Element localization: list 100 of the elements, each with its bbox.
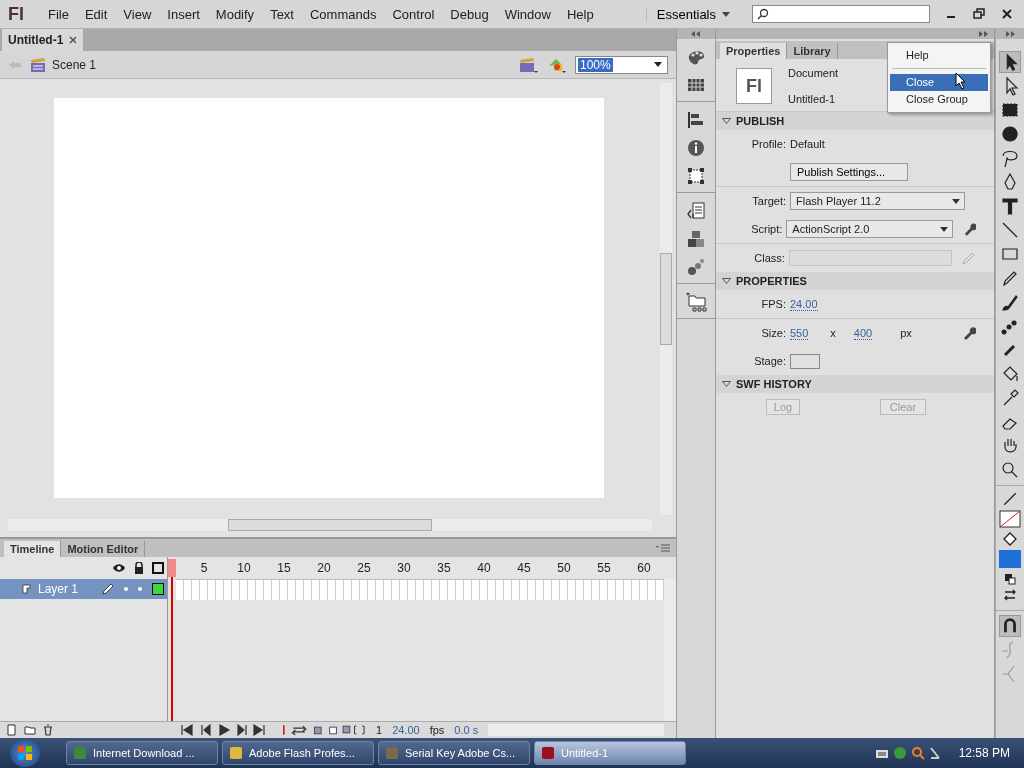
caret-icon <box>952 198 960 204</box>
close-icon[interactable] <box>1000 7 1014 21</box>
folder-icon[interactable] <box>24 724 36 736</box>
trash-icon[interactable] <box>42 724 54 736</box>
horizontal-scrollbar[interactable] <box>8 519 652 531</box>
folder-icon[interactable] <box>685 292 707 312</box>
wrench-icon[interactable] <box>962 222 976 236</box>
menu-item[interactable]: Close Group <box>888 91 990 108</box>
panel-tab[interactable]: Properties <box>720 43 788 59</box>
profile-value: Default <box>790 138 825 150</box>
magnet-icon[interactable] <box>999 615 1021 637</box>
taskbar-button[interactable]: Serial Key Adobe Cs... <box>378 741 530 765</box>
close-icon[interactable] <box>69 36 78 44</box>
collapse-arrows-icon[interactable] <box>691 31 701 37</box>
menu-item[interactable]: Control <box>384 6 443 22</box>
vertical-scrollbar[interactable] <box>664 579 676 721</box>
menu-item[interactable]: Close <box>890 74 988 91</box>
onion-skin-icon[interactable] <box>280 724 366 736</box>
app-icon <box>229 746 243 760</box>
stage-color-swatch[interactable] <box>790 353 820 369</box>
menu-item[interactable]: Edit <box>76 6 116 22</box>
elapsed-time: 0.0 s <box>454 724 479 736</box>
document-icon: Fl <box>736 68 772 104</box>
field-label: FPS: <box>760 298 787 310</box>
caret-icon <box>722 11 730 17</box>
search-field[interactable] <box>752 5 930 23</box>
caret-icon <box>939 226 948 232</box>
height-value[interactable]: 400 <box>853 326 873 340</box>
fps-value[interactable]: 24.00 <box>790 297 818 311</box>
mouse-cursor-icon <box>955 72 967 90</box>
text-tool-icon[interactable] <box>999 195 1021 217</box>
section-header[interactable]: PROPERTIES <box>716 272 994 290</box>
keyboard-icon[interactable] <box>874 747 889 759</box>
menu-item[interactable]: View <box>115 6 160 22</box>
menu-item[interactable]: Modify <box>207 6 263 22</box>
layer-outline-icon[interactable] <box>152 583 164 595</box>
clock: 12:58 PM <box>958 746 1010 760</box>
clapperboard-menu-icon[interactable] <box>519 55 539 74</box>
no-color-swatch-icon[interactable] <box>999 510 1021 528</box>
field-label: Size: <box>760 327 787 339</box>
zoom-dropdown[interactable]: 100% <box>575 55 668 74</box>
times-sign: x <box>830 327 836 339</box>
class-field[interactable] <box>788 250 953 266</box>
panel-tab[interactable]: Library <box>787 43 838 59</box>
field-label: Script: <box>750 223 784 235</box>
playhead[interactable] <box>168 559 176 721</box>
clapperboard-icon <box>30 56 46 73</box>
cubes-icon[interactable] <box>686 229 706 249</box>
expand-arrows-icon[interactable] <box>978 31 988 37</box>
search-icon <box>757 8 769 20</box>
script-dropdown[interactable]: ActionScript 2.0 <box>786 220 953 238</box>
wrench-icon[interactable] <box>962 326 976 340</box>
vertical-scrollbar[interactable] <box>660 83 672 515</box>
field-label: Class: <box>753 252 786 264</box>
lock-icon[interactable] <box>134 562 144 574</box>
transform-icon[interactable] <box>686 166 706 186</box>
field-label: Profile: <box>750 138 787 150</box>
section-header[interactable]: SWF HISTORY <box>716 375 994 393</box>
publish-settings-button[interactable]: Publish Settings... <box>790 163 908 181</box>
tray-icons[interactable] <box>892 745 943 761</box>
bubbles-icon[interactable] <box>686 257 706 277</box>
document-name: Untitled-1 <box>788 93 837 105</box>
expand-arrows-icon[interactable] <box>1005 31 1015 37</box>
taskbar-button[interactable]: Internet Download ... <box>66 741 218 765</box>
align-icon[interactable] <box>686 110 706 130</box>
menu-item[interactable]: Text <box>262 6 302 22</box>
restore-icon[interactable] <box>972 7 986 21</box>
eye-icon[interactable] <box>112 563 126 573</box>
frame-rate[interactable]: 24.00 <box>392 724 420 736</box>
start-button[interactable] <box>10 739 40 767</box>
page-icon <box>22 584 32 594</box>
workspace-dropdown[interactable]: Essentials <box>645 6 740 22</box>
section-header[interactable]: PUBLISH <box>716 112 994 130</box>
menu-item[interactable]: File <box>40 6 77 22</box>
info-icon[interactable] <box>686 138 706 158</box>
code-document-icon[interactable] <box>686 201 706 221</box>
dot-icon[interactable] <box>124 587 128 591</box>
caret-icon <box>654 62 662 67</box>
scene-label: Scene 1 <box>52 57 97 72</box>
fill-color-swatch-icon[interactable] <box>999 550 1021 568</box>
field-label: Stage: <box>753 355 787 367</box>
app-icon <box>73 746 87 760</box>
document-tab[interactable]: Untitled-1 <box>2 29 84 51</box>
target-dropdown[interactable]: Flash Player 11.2 <box>790 192 965 210</box>
menu-item[interactable]: Help <box>558 6 602 22</box>
menu-item[interactable]: Commands <box>301 6 385 22</box>
fps-unit: fps <box>429 724 445 736</box>
menu-item[interactable]: Help <box>888 47 990 64</box>
dot-icon[interactable] <box>138 587 142 591</box>
width-value[interactable]: 550 <box>790 326 809 340</box>
new-layer-icon[interactable] <box>6 724 18 736</box>
menu-item[interactable]: Insert <box>159 6 208 22</box>
menu-item[interactable]: Debug <box>442 6 497 22</box>
panel-tab[interactable]: Timeline <box>4 541 62 557</box>
sphere-icon[interactable] <box>999 123 1021 145</box>
windows-logo-icon <box>17 745 33 761</box>
pencil-icon <box>102 583 114 595</box>
outline-square-icon[interactable] <box>152 562 164 574</box>
menu-item[interactable]: Window <box>496 6 559 22</box>
taskbar-button[interactable]: Adobe Flash Profes... <box>222 741 374 765</box>
